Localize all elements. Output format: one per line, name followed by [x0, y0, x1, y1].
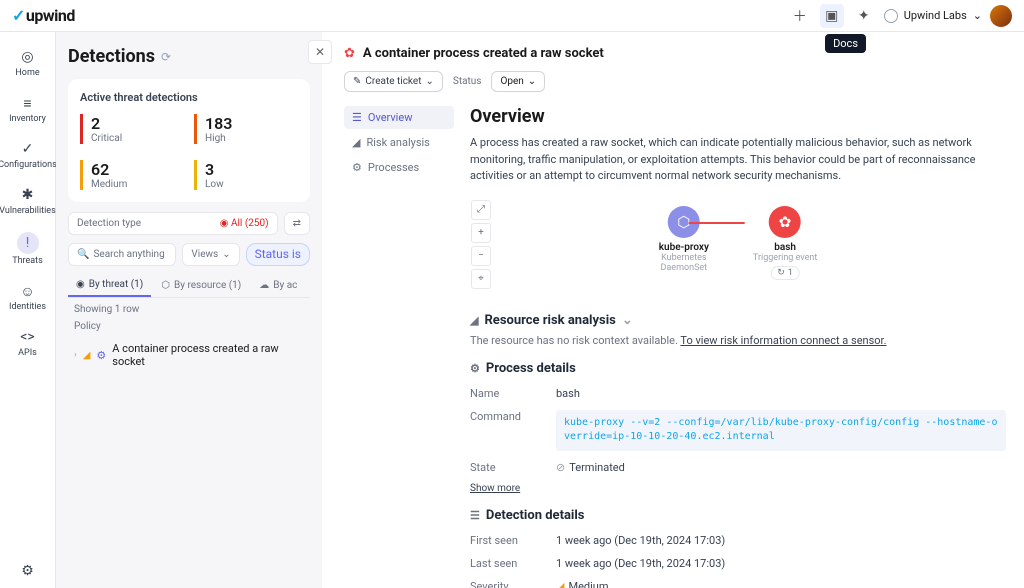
chevron-down-icon: ⌄	[973, 9, 982, 22]
sidenav-risk[interactable]: ◢ Risk analysis	[344, 131, 454, 154]
chart-icon: ◢	[470, 314, 478, 327]
docs-icon[interactable]: ▣	[820, 4, 844, 28]
list-icon: ☰	[470, 509, 480, 522]
stat-medium[interactable]: 62Medium	[80, 160, 184, 190]
nav-vuln[interactable]: ✱Vulnerabilities	[4, 180, 52, 222]
tab-by-resource[interactable]: ⬡ By resource (1)	[153, 274, 249, 297]
dd-first-label: First seen	[470, 534, 556, 547]
gear-icon: ✿	[769, 206, 801, 238]
search-input[interactable]: 🔍 Search anything	[68, 243, 176, 266]
nav-rail: ◎Home ≡Inventory ✓Configurations ✱Vulner…	[0, 32, 56, 588]
stat-low[interactable]: 3Low	[194, 160, 298, 190]
detail-title: A container process created a raw socket	[363, 46, 604, 61]
terminated-icon: ⊘	[556, 461, 565, 474]
person-icon: ☺	[19, 282, 37, 300]
risk-note: The resource has no risk context availab…	[470, 334, 1006, 347]
extra-filter[interactable]: ⇄	[284, 212, 310, 235]
nav-config[interactable]: ✓Configurations	[4, 134, 52, 176]
brand-logo[interactable]: upwind	[12, 6, 75, 25]
sliders-icon: ⚙	[19, 562, 37, 580]
docs-tooltip: Docs	[825, 34, 866, 53]
close-panel-button[interactable]: ✕	[308, 40, 332, 64]
org-label: Upwind Labs	[904, 9, 967, 22]
tab-by-threat[interactable]: ◉ By threat (1)	[68, 274, 151, 297]
process-heading: ⚙Process details	[470, 361, 1006, 376]
active-threats-card: Active threat detections 2Critical 183Hi…	[68, 79, 310, 202]
detections-title: Detections	[68, 46, 155, 67]
detection-type-filter[interactable]: Detection type◉ All (250)	[68, 212, 278, 235]
policy-header: Policy	[68, 317, 310, 336]
status-select[interactable]: Open ⌄	[491, 71, 545, 92]
sidenav-processes[interactable]: ⚙ Processes	[344, 156, 454, 179]
nav-identities[interactable]: ☺Identities	[4, 276, 52, 318]
home-icon: ◎	[19, 48, 37, 66]
gear-icon: ⚙	[470, 362, 480, 375]
threat-icon: ✿	[344, 46, 355, 61]
inventory-icon: ≡	[19, 94, 37, 112]
bug-icon: ✱	[19, 186, 37, 204]
severity-icon: ◢	[83, 350, 91, 361]
graph-edge	[689, 222, 745, 224]
pd-cmd-label: Command	[470, 410, 556, 451]
check-icon: ✓	[19, 140, 37, 158]
views-select[interactable]: Views ⌄	[182, 243, 239, 266]
pd-name-value: bash	[556, 387, 1006, 400]
dd-first-value: 1 week ago (Dec 19th, 2024 17:03)	[556, 534, 1006, 547]
refresh-icon[interactable]: ⟳	[161, 50, 171, 64]
risk-heading: ◢Resource risk analysis ⌄	[470, 313, 1006, 328]
show-more-link[interactable]: Show more	[470, 483, 520, 494]
overview-heading: Overview	[470, 106, 1006, 127]
dd-sev-value: ◢Medium	[556, 580, 1006, 588]
nav-apis[interactable]: <>APIs	[4, 322, 52, 364]
sidenav-overview[interactable]: ☰ Overview	[344, 106, 454, 129]
tab-by-account[interactable]: ☁ By ac	[251, 274, 305, 297]
detections-panel: ✕ Detections ⟳ Active threat detections …	[56, 32, 322, 588]
detection-row-title: A container process created a raw socket	[112, 342, 304, 368]
dd-last-value: 1 week ago (Dec 19th, 2024 17:03)	[556, 557, 1006, 570]
status-chip[interactable]: Status is	[246, 243, 310, 266]
detection-list-row[interactable]: › ◢ ⚙ A container process created a raw …	[68, 336, 310, 374]
nav-threats[interactable]: !Threats	[4, 226, 52, 272]
org-circle-icon	[884, 9, 898, 23]
graph-zoom-out-icon[interactable]: −	[471, 246, 491, 266]
chevron-down-icon: ⌄	[622, 313, 633, 328]
status-label: Status	[453, 76, 482, 87]
nav-settings[interactable]: ⚙	[4, 556, 52, 588]
detection-details-heading: ☰Detection details	[470, 508, 1006, 523]
pd-name-label: Name	[470, 387, 556, 400]
expand-chevron-icon: ›	[74, 350, 77, 360]
stat-critical[interactable]: 2Critical	[80, 114, 184, 144]
dependency-graph[interactable]: ⤢ + − ⌖ ⬡ kube-proxy Kubernetes DaemonSe…	[470, 199, 1006, 299]
all-count: ◉ All (250)	[220, 218, 269, 229]
event-count-badge: ↻ 1	[770, 266, 800, 280]
showing-count: Showing 1 row	[74, 304, 310, 315]
gear-icon: ⚙	[96, 349, 106, 362]
severity-icon: ◢	[556, 580, 564, 588]
graph-zoom-in-icon[interactable]: +	[471, 223, 491, 243]
overview-description: A process has created a raw socket, whic…	[470, 135, 1006, 185]
pd-state-label: State	[470, 461, 556, 474]
detail-side-nav: ☰ Overview ◢ Risk analysis ⚙ Processes	[344, 106, 454, 588]
dd-last-label: Last seen	[470, 557, 556, 570]
graph-center-icon[interactable]: ⌖	[471, 269, 491, 289]
pd-state-value: ⊘Terminated	[556, 461, 1006, 474]
pd-cmd-value: kube-proxy --v=2 --config=/var/lib/kube-…	[556, 410, 1006, 451]
nav-home[interactable]: ◎Home	[4, 42, 52, 84]
code-icon: <>	[19, 328, 37, 346]
stat-high[interactable]: 183High	[194, 114, 298, 144]
card-title: Active threat detections	[80, 91, 298, 104]
nav-inventory[interactable]: ≡Inventory	[4, 88, 52, 130]
activity-icon[interactable]: ✦	[852, 4, 876, 28]
graph-expand-icon[interactable]: ⤢	[471, 200, 491, 220]
dd-sev-label: Severity	[470, 580, 556, 588]
graph-node-bash[interactable]: ✿ bash Triggering event ↻ 1	[753, 206, 817, 281]
alert-icon: !	[17, 232, 39, 254]
graph-node-kube-proxy[interactable]: ⬡ kube-proxy Kubernetes DaemonSet	[659, 206, 709, 275]
detail-pane: ✿ A container process created a raw sock…	[322, 32, 1024, 588]
org-selector[interactable]: Upwind Labs ⌄	[884, 9, 982, 23]
create-ticket-button[interactable]: ✎ Create ticket ⌄	[344, 71, 443, 92]
add-icon[interactable]: ＋	[788, 4, 812, 28]
connect-sensor-link[interactable]: To view risk information connect a senso…	[680, 334, 886, 347]
user-avatar[interactable]	[990, 5, 1012, 27]
